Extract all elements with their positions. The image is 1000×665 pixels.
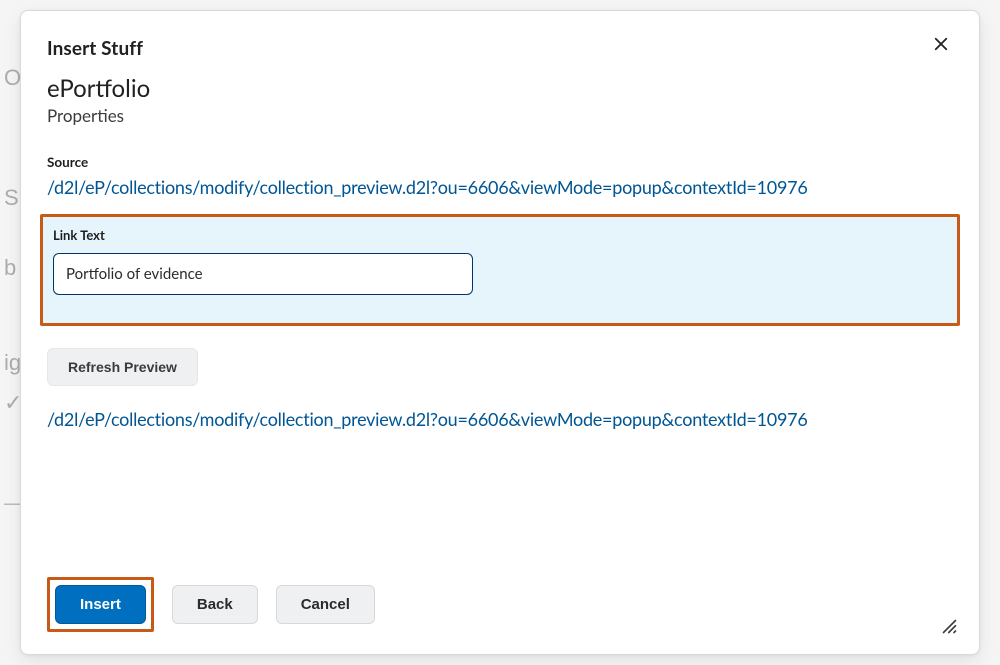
refresh-preview-button[interactable]: Refresh Preview	[47, 348, 198, 386]
section-subheading: Properties	[47, 105, 953, 126]
insert-highlight-region: Insert	[47, 577, 154, 632]
resize-handle-icon[interactable]	[939, 616, 957, 634]
insert-stuff-modal: Insert Stuff ePortfolio Properties Sourc…	[20, 10, 980, 655]
cancel-button[interactable]: Cancel	[276, 585, 375, 624]
linktext-highlight-region: Link Text	[40, 214, 960, 326]
insert-button[interactable]: Insert	[55, 585, 146, 624]
source-label: Source	[47, 154, 953, 170]
linktext-input[interactable]	[53, 253, 473, 295]
preview-link[interactable]: /d2l/eP/collections/modify/collection_pr…	[47, 408, 953, 430]
back-button[interactable]: Back	[172, 585, 258, 624]
close-icon	[932, 35, 950, 56]
close-button[interactable]	[927, 31, 955, 59]
modal-title: Insert Stuff	[47, 37, 953, 60]
modal-footer: Insert Back Cancel	[21, 563, 979, 654]
modal-body: Insert Stuff ePortfolio Properties Sourc…	[21, 11, 979, 563]
section-heading: ePortfolio	[47, 74, 953, 103]
linktext-label: Link Text	[53, 227, 947, 243]
source-link[interactable]: /d2l/eP/collections/modify/collection_pr…	[47, 176, 953, 198]
